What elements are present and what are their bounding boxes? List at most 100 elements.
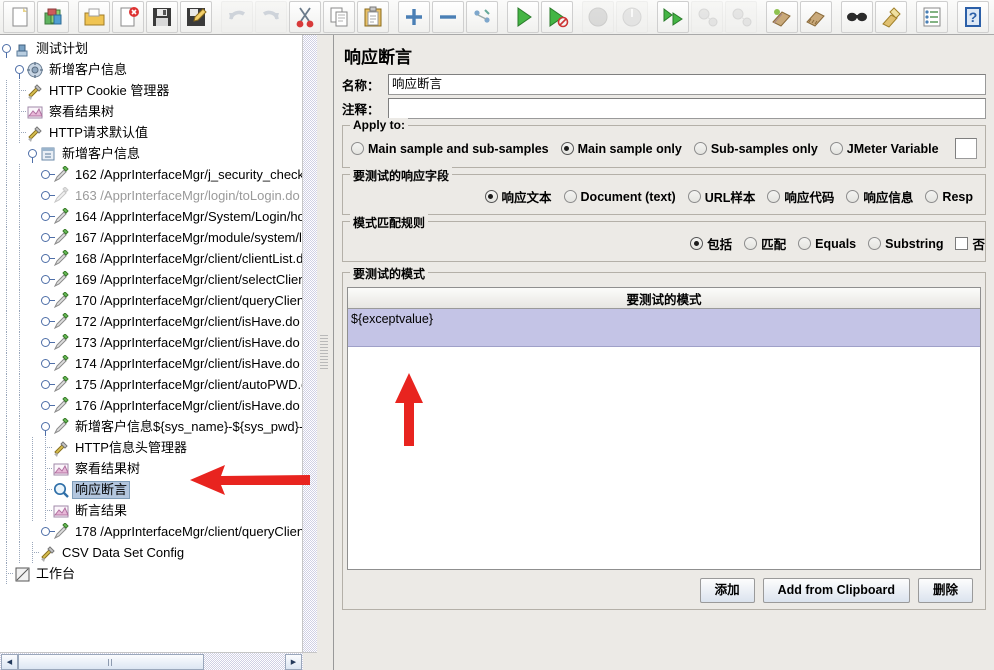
response-field-radio-resp[interactable]: Resp (925, 190, 973, 204)
scroll-left-icon[interactable]: ◀ (1, 654, 18, 670)
tree-node-response-assertion[interactable]: 响应断言 (0, 479, 303, 500)
comment-input[interactable] (388, 98, 986, 119)
response-field-radio-响应信息[interactable]: 响应信息 (846, 187, 913, 206)
clear-icon[interactable] (766, 1, 798, 33)
cut-icon[interactable] (289, 1, 321, 33)
tree-node-req-169[interactable]: 169 /ApprInterfaceMgr/client/selectClien… (0, 269, 303, 290)
tree-expand-toggle-icon[interactable] (39, 311, 55, 332)
help-icon[interactable]: ? (957, 1, 989, 33)
tree-expand-toggle-icon[interactable] (39, 185, 55, 206)
tree-node-req-167[interactable]: 167 /ApprInterfaceMgr/module/system/lo (0, 227, 303, 248)
tree-node-req-172[interactable]: 172 /ApprInterfaceMgr/client/isHave.do (0, 311, 303, 332)
apply-to-radio-sub-samples-only[interactable]: Sub-samples only (693, 142, 818, 156)
tree-expand-toggle-icon[interactable] (39, 269, 55, 290)
tree-vertical-scrollbar[interactable] (302, 35, 317, 652)
tree-node-http-defaults[interactable]: HTTP请求默认值 (0, 122, 303, 143)
expand-all-icon[interactable] (398, 1, 430, 33)
tree-expand-toggle-icon[interactable] (39, 353, 55, 374)
tree-node-csv-data-set[interactable]: CSV Data Set Config (0, 542, 303, 563)
response-field-radio-document-text[interactable]: Document (text) (563, 190, 676, 204)
tree-node-thread-group[interactable]: 新增客户信息 (0, 59, 303, 80)
tree-node-view-results-tree-1[interactable]: 察看结果树 (0, 101, 303, 122)
paste-icon[interactable] (357, 1, 389, 33)
tree-horizontal-scrollbar[interactable]: ◀ ▶ (0, 652, 317, 670)
tree-expand-toggle-icon[interactable] (39, 332, 55, 353)
tree-expand-toggle-icon[interactable] (39, 416, 52, 437)
tree-expand-toggle-icon[interactable] (26, 143, 39, 164)
tree-node-req-174[interactable]: 174 /ApprInterfaceMgr/client/isHave.do (0, 353, 303, 374)
tree-node-req-168[interactable]: 168 /ApprInterfaceMgr/client/clientList.… (0, 248, 303, 269)
tree-node-req-170[interactable]: 170 /ApprInterfaceMgr/client/queryClient… (0, 290, 303, 311)
test-plan-tree[interactable]: 测试计划 新增客户信息 HTTP Cookie 管理器 察看结果树 HTTP请求默认值新… (0, 35, 303, 655)
tree-indent (26, 500, 39, 521)
scroll-right-icon[interactable]: ▶ (285, 654, 302, 670)
response-field-radio-响应文本[interactable]: 响应文本 (484, 187, 552, 206)
toggle-icon[interactable] (466, 1, 498, 33)
add-button[interactable]: 添加 (699, 578, 755, 603)
tree-expand-toggle-icon[interactable] (39, 248, 55, 269)
sampler-icon (52, 374, 70, 394)
add-from-clipboard-button[interactable]: Add from Clipboard (762, 578, 910, 603)
start-no-pauses-icon[interactable] (541, 1, 573, 33)
save-icon[interactable] (146, 1, 178, 33)
patterns-column-header[interactable]: 要测试的模式 (348, 288, 980, 309)
split-divider[interactable] (317, 35, 334, 670)
save-as-icon[interactable] (180, 1, 212, 33)
remote-start-all-icon[interactable] (657, 1, 689, 33)
toolbar-separator (649, 2, 656, 32)
open-icon[interactable] (78, 1, 110, 33)
patterns-table[interactable]: 要测试的模式 ${exceptvalue} (347, 287, 981, 570)
tree-node-cookie-manager[interactable]: HTTP Cookie 管理器 (0, 80, 303, 101)
hscroll-thumb[interactable] (18, 654, 204, 670)
tree-expand-toggle-icon[interactable] (39, 227, 55, 248)
response-field-radio-url样本[interactable]: URL样本 (687, 187, 755, 206)
tree-expand-toggle-icon[interactable] (13, 59, 26, 80)
tree-node-test-plan[interactable]: 测试计划 (0, 38, 303, 59)
pattern-rule-radio-匹配[interactable]: 匹配 (744, 234, 786, 253)
jmeter-variable-input[interactable] (954, 138, 977, 159)
apply-to-radio-main-sample-and-sub-samples[interactable]: Main sample and sub-samples (351, 142, 549, 156)
tree-expand-toggle-icon[interactable] (39, 374, 55, 395)
tree-node-req-173[interactable]: 173 /ApprInterfaceMgr/client/isHave.do (0, 332, 303, 353)
tree-node-req-176[interactable]: 176 /ApprInterfaceMgr/client/isHave.do (0, 395, 303, 416)
close-icon[interactable] (112, 1, 144, 33)
collapse-all-icon[interactable] (432, 1, 464, 33)
tree-node-header-manager[interactable]: HTTP信息头管理器 (0, 437, 303, 458)
negate-checkbox[interactable]: 否 (955, 234, 985, 253)
tree-expand-toggle-icon[interactable] (39, 164, 55, 185)
copy-icon[interactable] (323, 1, 355, 33)
search-reset-icon[interactable] (875, 1, 907, 33)
tree-node-req-162[interactable]: 162 /ApprInterfaceMgr/j_security_check (0, 164, 303, 185)
pattern-row[interactable]: ${exceptvalue} (348, 309, 980, 347)
tree-node-req-163[interactable]: 163 /ApprInterfaceMgr/login/toLogin.do (0, 185, 303, 206)
tree-expand-toggle-icon[interactable] (39, 395, 55, 416)
tree-expand-toggle-icon[interactable] (39, 521, 55, 542)
function-helper-icon[interactable] (916, 1, 948, 33)
new-icon[interactable] (3, 1, 35, 33)
search-icon[interactable] (841, 1, 873, 33)
apply-to-radio-main-sample-only[interactable]: Main sample only (560, 142, 682, 156)
split-grip-icon[interactable] (320, 335, 328, 369)
clear-all-icon[interactable] (800, 1, 832, 33)
templates-icon[interactable] (37, 1, 69, 33)
tree-node-req-178[interactable]: 178 /ApprInterfaceMgr/client/queryClient… (0, 521, 303, 542)
start-icon[interactable] (507, 1, 539, 33)
pattern-rule-radio-包括[interactable]: 包括 (690, 234, 732, 253)
tree-node-view-results-tree-2[interactable]: 察看结果树 (0, 458, 303, 479)
apply-to-radio-jmeter-variable[interactable]: JMeter Variable (829, 142, 939, 156)
tree-expand-toggle-icon[interactable] (39, 206, 55, 227)
tree-expand-toggle-icon[interactable] (39, 290, 55, 311)
pattern-rule-radio-substring[interactable]: Substring (868, 237, 943, 251)
checkbox-indicator-icon (955, 237, 969, 250)
pattern-rule-radio-equals[interactable]: Equals (798, 237, 856, 251)
name-input[interactable]: 响应断言 (388, 74, 986, 95)
tree-node-req-175[interactable]: 175 /ApprInterfaceMgr/client/autoPWD.d (0, 374, 303, 395)
tree-node-workbench[interactable]: 工作台 (0, 563, 303, 584)
tree-node-assertion-results[interactable]: 断言结果 (0, 500, 303, 521)
delete-button[interactable]: 删除 (917, 578, 973, 603)
tree-node-req-164[interactable]: 164 /ApprInterfaceMgr/System/Login/hom (0, 206, 303, 227)
response-field-radio-响应代码[interactable]: 响应代码 (767, 187, 834, 206)
tree-node-transaction-controller[interactable]: 新增客户信息 (0, 143, 303, 164)
tree-expand-toggle-icon[interactable] (0, 38, 13, 59)
tree-node-req-addclient[interactable]: 新增客户信息${sys_name}-${sys_pwd}- (0, 416, 303, 437)
